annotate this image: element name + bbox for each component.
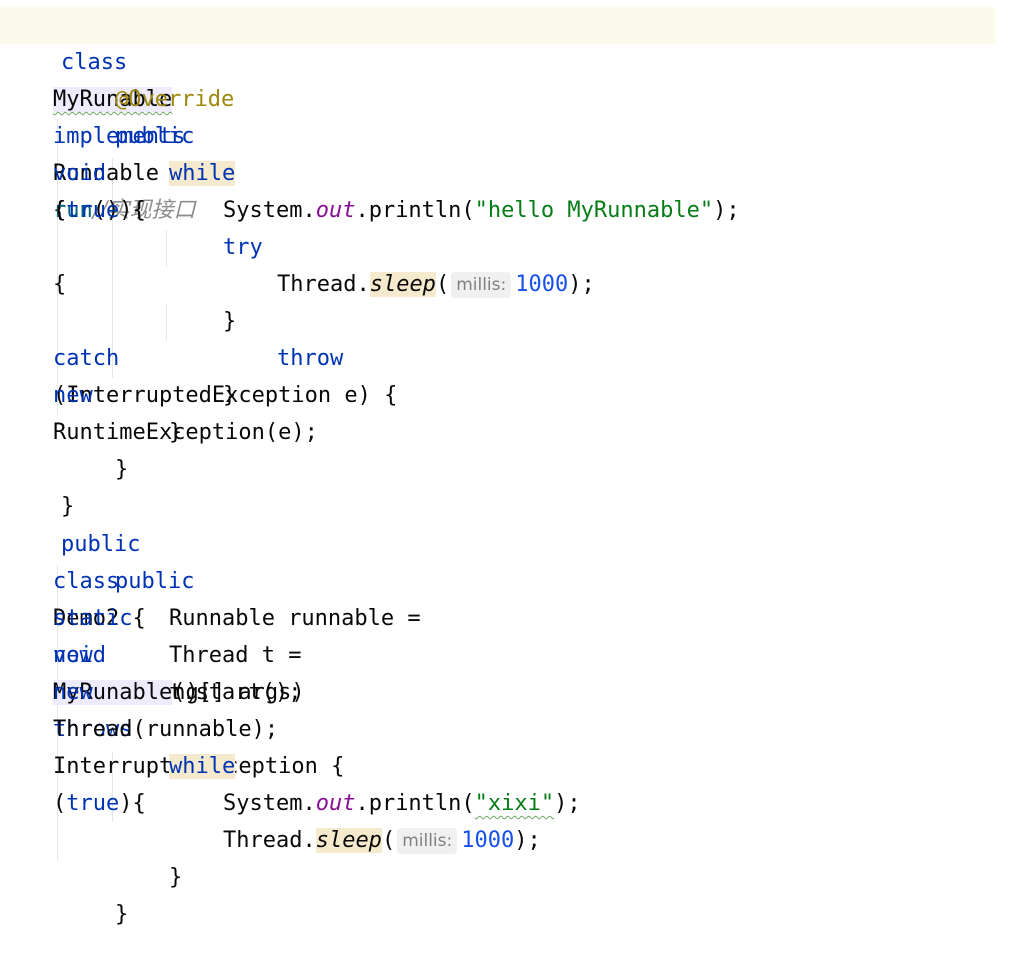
code-editor[interactable]: class MyRunable implements Runnable { //…: [0, 0, 1023, 927]
code-line[interactable]: public class Demo2 {: [0, 489, 1023, 631]
code-line[interactable]: Thread t = new Thread(runnable);: [0, 600, 1023, 742]
code-line[interactable]: Runnable runnable = new MyRunable();: [0, 563, 1023, 705]
code-line[interactable]: System.out.println("xixi");: [0, 748, 1023, 816]
code-line[interactable]: }: [0, 822, 1023, 890]
code-line[interactable]: }: [0, 414, 1023, 482]
code-line[interactable]: Thread.sleep(millis: 1000);: [0, 229, 1023, 298]
code-line[interactable]: }: [0, 377, 1023, 445]
code-line[interactable]: }: [0, 859, 1023, 927]
code-line[interactable]: }: [0, 451, 1023, 519]
code-line[interactable]: System.out.println("hello MyRunnable");: [0, 155, 1023, 223]
code-line[interactable]: class MyRunable implements Runnable { //…: [0, 7, 995, 223]
code-line[interactable]: Thread.sleep(millis: 1000);: [0, 785, 1023, 854]
code-line[interactable]: [0, 674, 1023, 711]
code-line[interactable]: while (true){: [0, 118, 1023, 223]
brace: }: [114, 902, 129, 927]
code-line[interactable]: public static void main(String[] args) t…: [0, 526, 1023, 779]
code-line[interactable]: } catch (InterruptedException e) {: [0, 266, 1023, 408]
code-line[interactable]: @Override: [0, 44, 1023, 112]
code-line[interactable]: t.start();: [0, 637, 1023, 705]
code-line[interactable]: try {: [0, 192, 1023, 297]
code-line[interactable]: throw new RuntimeException(e);: [0, 303, 1023, 445]
code-line[interactable]: }: [0, 340, 1023, 408]
code-line[interactable]: while (true){: [0, 711, 1023, 816]
code-line[interactable]: public void run() {: [0, 81, 1023, 223]
